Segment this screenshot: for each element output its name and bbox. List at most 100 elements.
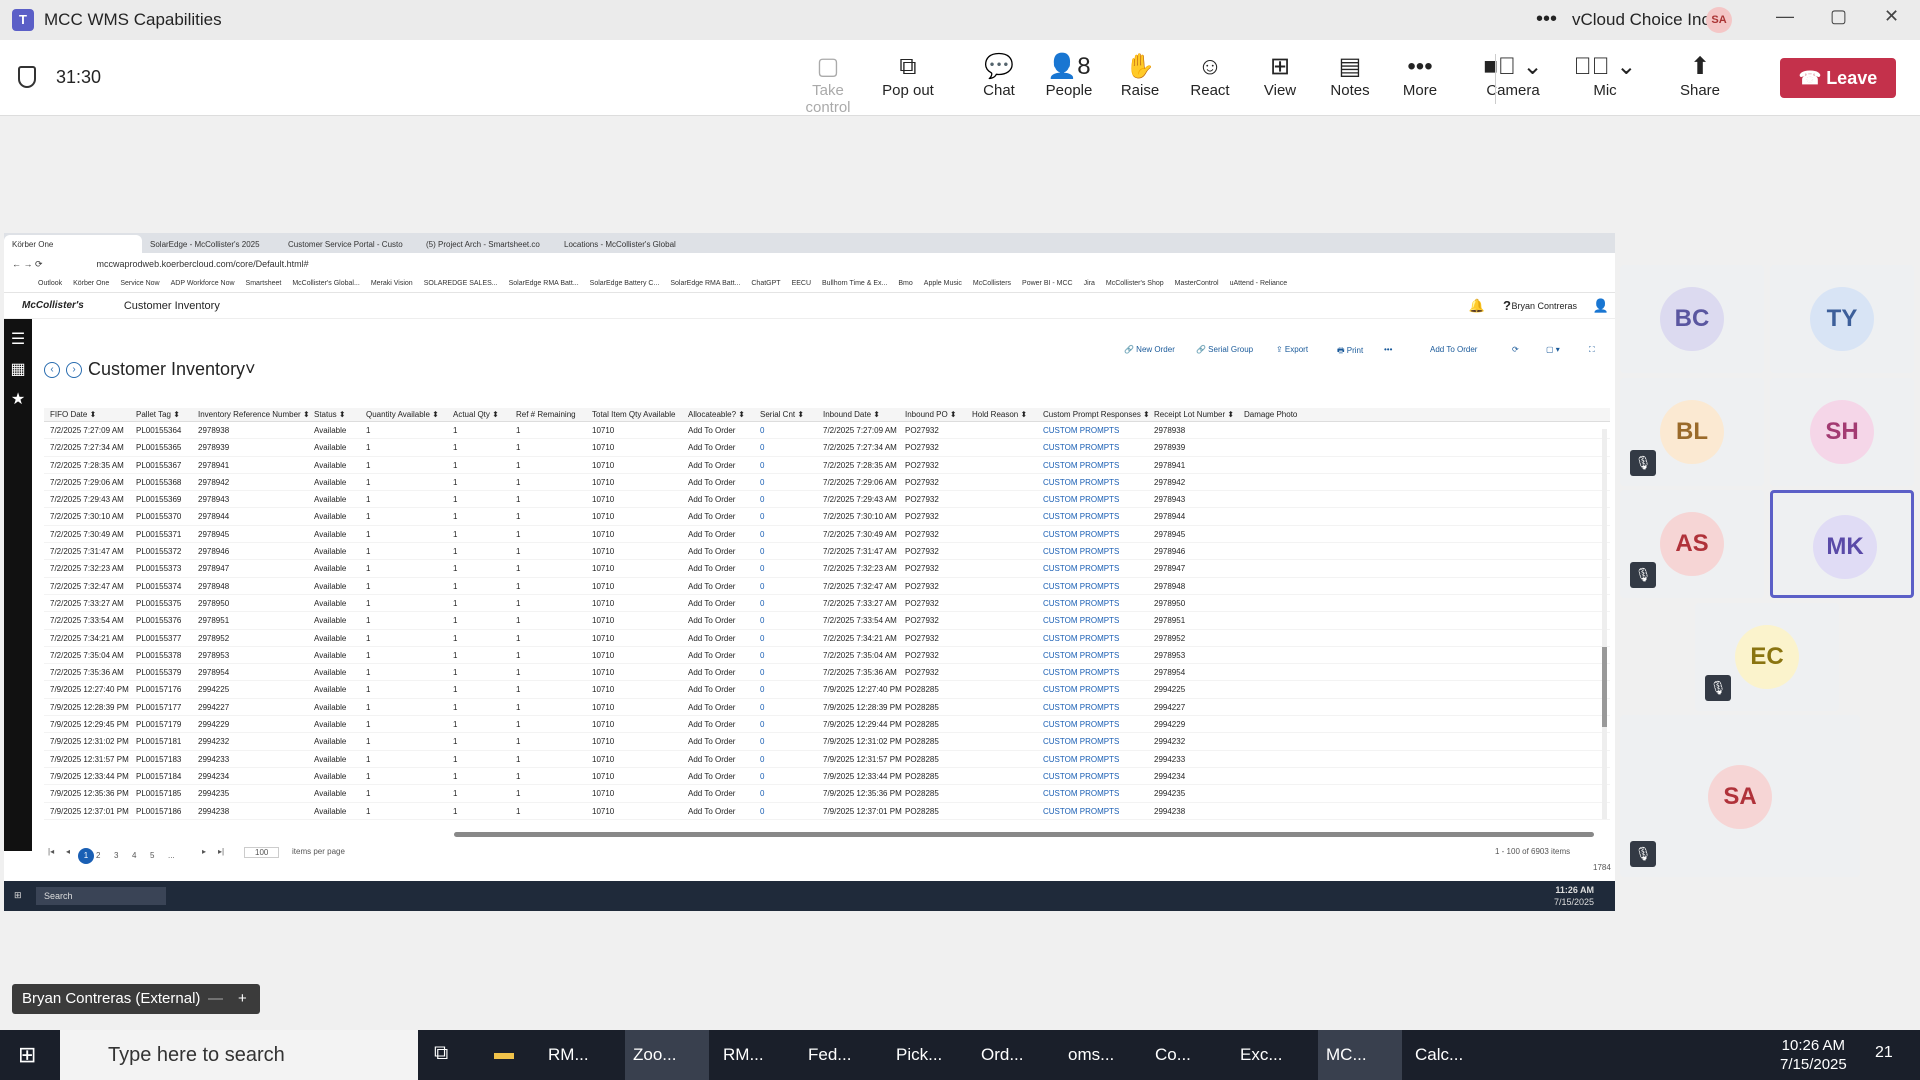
participant-tile[interactable]: BL 🎙: [1620, 378, 1764, 486]
grid-cell[interactable]: 0: [760, 461, 764, 470]
action-button[interactable]: ⟳: [1512, 345, 1519, 354]
table-row[interactable]: 7/2/2025 7:35:04 AM PL00155378 2978953 Avai…: [44, 647, 1610, 665]
page-number[interactable]: 2: [96, 851, 100, 860]
grid-cell[interactable]: CUSTOM PROMPTS: [1043, 478, 1119, 487]
forward-icon[interactable]: ›: [66, 361, 82, 378]
grid-cell[interactable]: CUSTOM PROMPTS: [1043, 634, 1119, 643]
bookmark-item[interactable]: Apple Music: [924, 280, 962, 287]
bookmark-item[interactable]: SolarEdge RMA Batt...: [509, 280, 579, 287]
action-button[interactable]: ⇪ Export: [1276, 345, 1308, 354]
table-row[interactable]: 7/9/2025 12:37:01 PM PL00157186 2994238 Ava…: [44, 803, 1610, 820]
bookmark-item[interactable]: Körber One: [73, 280, 109, 287]
grid-cell[interactable]: CUSTOM PROMPTS: [1043, 599, 1119, 608]
participant-tile[interactable]: TY: [1770, 265, 1914, 373]
grid-cell[interactable]: 0: [760, 599, 764, 608]
table-row[interactable]: 7/9/2025 12:31:02 PM PL00157181 2994232 Ava…: [44, 733, 1610, 751]
more-options-icon[interactable]: •••: [1536, 8, 1557, 31]
table-row[interactable]: 7/9/2025 12:29:45 PM PL00157179 2994229 Ava…: [44, 716, 1610, 734]
table-row[interactable]: 7/2/2025 7:32:47 AM PL00155374 2978948 Avai…: [44, 578, 1610, 595]
column-header[interactable]: Serial Cnt ⬍: [760, 410, 804, 419]
grid-cell[interactable]: 0: [760, 443, 764, 452]
grid-cell[interactable]: 0: [760, 530, 764, 539]
browser-tab[interactable]: Körber One: [4, 235, 142, 253]
grid-cell[interactable]: CUSTOM PROMPTS: [1043, 582, 1119, 591]
grid-cell[interactable]: CUSTOM PROMPTS: [1043, 530, 1119, 539]
bookmark-item[interactable]: Outlook: [38, 280, 62, 287]
bookmark-item[interactable]: ChatGPT: [751, 280, 780, 287]
grid-cell[interactable]: CUSTOM PROMPTS: [1043, 495, 1119, 504]
first-page-button[interactable]: |◂: [48, 847, 54, 856]
grid-cell[interactable]: 0: [760, 582, 764, 591]
grid-cell[interactable]: 0: [760, 564, 764, 573]
bookmark-item[interactable]: Service Now: [120, 280, 159, 287]
windows-start-icon[interactable]: ⊞: [18, 1042, 36, 1068]
grid-cell[interactable]: CUSTOM PROMPTS: [1043, 547, 1119, 556]
page-number[interactable]: ...: [168, 851, 175, 860]
grid-cell[interactable]: 0: [760, 426, 764, 435]
page-number[interactable]: 1: [78, 848, 94, 864]
url-field[interactable]: mccwaprodweb.koerbercloud.com/core/Defau…: [97, 259, 309, 269]
bookmark-item[interactable]: McCollisters: [973, 280, 1011, 287]
taskbar-app[interactable]: oms...: [1060, 1030, 1144, 1080]
grid-cell[interactable]: 0: [760, 720, 764, 729]
grid-cell[interactable]: CUSTOM PROMPTS: [1043, 461, 1119, 470]
back-icon[interactable]: ‹: [44, 361, 60, 378]
table-row[interactable]: 7/2/2025 7:31:47 AM PL00155372 2978946 Avai…: [44, 543, 1610, 561]
next-page-button[interactable]: ▸: [202, 847, 206, 856]
grid-cell[interactable]: CUSTOM PROMPTS: [1043, 512, 1119, 521]
grid-cell[interactable]: 0: [760, 685, 764, 694]
star-icon[interactable]: ★: [4, 389, 32, 409]
participant-tile[interactable]: MK: [1770, 490, 1914, 598]
share-button[interactable]: ⬆ Share: [1668, 52, 1732, 99]
grid-cell[interactable]: 0: [760, 772, 764, 781]
taskbar-app[interactable]: Calc...: [1407, 1030, 1497, 1080]
org-name[interactable]: vCloud Choice Inc.: [1572, 10, 1715, 30]
grid-cell[interactable]: CUSTOM PROMPTS: [1043, 443, 1119, 452]
table-row[interactable]: 7/2/2025 7:35:36 AM PL00155379 2978954 Avai…: [44, 664, 1610, 682]
column-header[interactable]: Custom Prompt Responses ⬍: [1043, 410, 1150, 419]
column-header[interactable]: Allocateable? ⬍: [688, 410, 745, 419]
browser-nav-icons[interactable]: ← → ⟳: [12, 259, 43, 270]
table-row[interactable]: 7/2/2025 7:34:21 AM PL00155377 2978952 Avai…: [44, 630, 1610, 647]
notes-button[interactable]: ▤ Notes: [1318, 52, 1382, 99]
grid-cell[interactable]: CUSTOM PROMPTS: [1043, 564, 1119, 573]
table-row[interactable]: 7/2/2025 7:27:34 AM PL00155365 2978939 Avai…: [44, 439, 1610, 457]
browser-tab[interactable]: Customer Service Portal - Custo: [280, 235, 418, 253]
column-header[interactable]: Actual Qty ⬍: [453, 410, 499, 419]
browser-tab[interactable]: (5) Project Arch - Smartsheet.co: [418, 235, 556, 253]
column-header[interactable]: Total Item Qty Available: [592, 410, 675, 419]
participant-tile[interactable]: SH: [1770, 378, 1914, 486]
column-header[interactable]: Hold Reason ⬍: [972, 410, 1027, 419]
participant-tile[interactable]: SA 🎙: [1620, 715, 1860, 877]
bookmark-item[interactable]: Smartsheet: [246, 280, 282, 287]
help-icon[interactable]: ?: [1503, 298, 1511, 313]
bookmark-item[interactable]: SolarEdge Battery C...: [590, 280, 660, 287]
task-view-icon[interactable]: ⧉: [434, 1042, 448, 1065]
table-row[interactable]: 7/2/2025 7:28:35 AM PL00155367 2978941 Avai…: [44, 457, 1610, 474]
bookmark-item[interactable]: Jira: [1084, 280, 1095, 287]
grid-cell[interactable]: 0: [760, 807, 764, 816]
bookmark-item[interactable]: ADP Workforce Now: [171, 280, 235, 287]
page-number[interactable]: 3: [114, 851, 118, 860]
close-icon[interactable]: ✕: [1884, 6, 1899, 27]
page-number[interactable]: 5: [150, 851, 154, 860]
column-header[interactable]: FIFO Date ⬍: [50, 410, 96, 419]
column-header[interactable]: Inbound Date ⬍: [823, 410, 880, 419]
column-header[interactable]: Ref # Remaining: [516, 410, 576, 419]
browser-tab[interactable]: Locations - McCollister's Global: [556, 235, 694, 253]
user-icon[interactable]: 👤: [1593, 298, 1609, 314]
view-button[interactable]: ⊞ View: [1248, 52, 1312, 99]
column-header[interactable]: Status ⬍: [314, 410, 346, 419]
file-explorer-icon[interactable]: ▬: [494, 1042, 514, 1065]
mic-button[interactable]: 🎤⃠ ⌄ Mic: [1573, 52, 1637, 99]
grid-cell[interactable]: 0: [760, 478, 764, 487]
taskbar-app[interactable]: Exc...: [1232, 1030, 1316, 1080]
vertical-scrollbar[interactable]: [1602, 429, 1607, 819]
grid-cell[interactable]: 0: [760, 668, 764, 677]
grid-cell[interactable]: CUSTOM PROMPTS: [1043, 651, 1119, 660]
action-button[interactable]: 🔗 Serial Group: [1196, 345, 1253, 354]
grid-cell[interactable]: CUSTOM PROMPTS: [1043, 737, 1119, 746]
action-button[interactable]: Add To Order: [1430, 345, 1477, 354]
table-row[interactable]: 7/2/2025 7:27:09 AM PL00155364 2978938 Avai…: [44, 422, 1610, 440]
grid-cell[interactable]: CUSTOM PROMPTS: [1043, 668, 1119, 677]
